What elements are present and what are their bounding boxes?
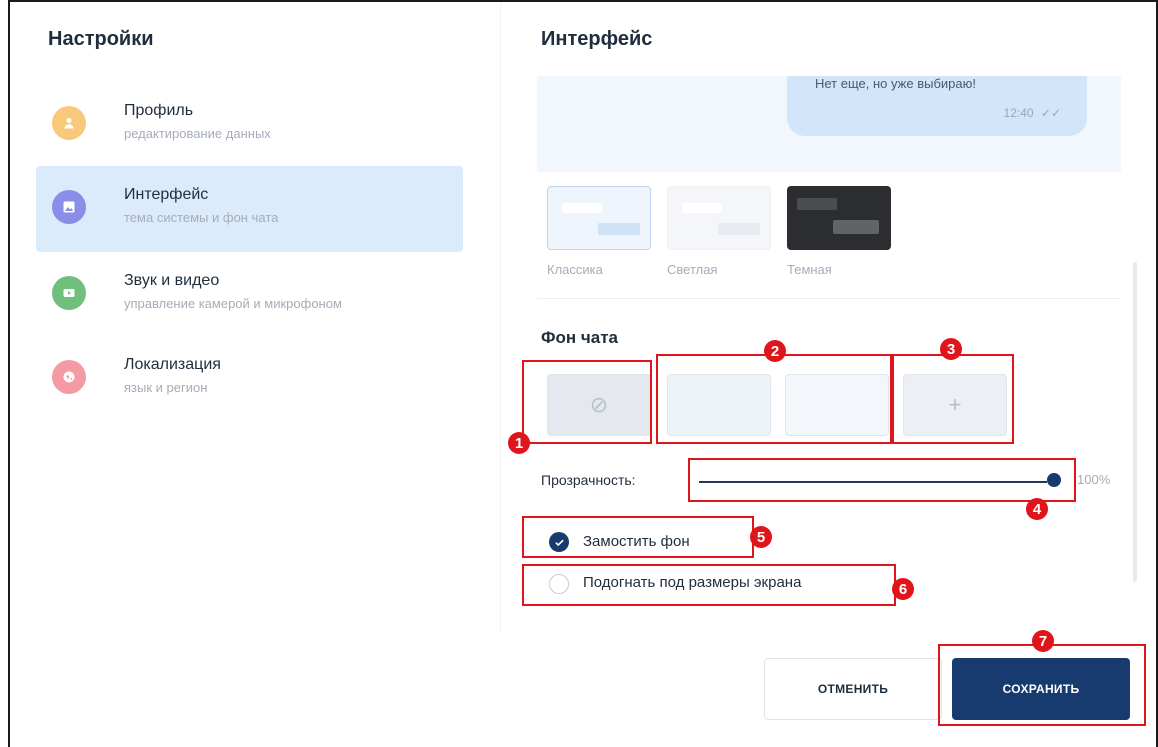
menu-item-localization[interactable]: Локализация язык и регион xyxy=(36,336,463,422)
tile-option-label[interactable]: Замостить фон xyxy=(583,533,690,550)
scrollbar[interactable] xyxy=(1133,262,1137,582)
no-image-icon: ⊘ xyxy=(589,392,609,417)
video-icon xyxy=(52,276,86,310)
cancel-button[interactable]: ОТМЕНИТЬ xyxy=(764,658,942,720)
settings-window: Настройки Профиль редактирование данных … xyxy=(8,0,1158,747)
chat-preview: Нет еще, но уже выбираю! 12:40 ✓✓ xyxy=(537,76,1121,172)
bg-add-option[interactable]: + xyxy=(903,374,1007,436)
theme-label: Темная xyxy=(787,262,832,277)
chat-bg-title: Фон чата xyxy=(541,328,618,347)
message-time-text: 12:40 xyxy=(1003,106,1034,120)
annotation-badge: 5 xyxy=(750,526,772,548)
transparency-slider[interactable] xyxy=(699,481,1047,483)
theme-dark[interactable] xyxy=(787,186,891,250)
plus-icon: + xyxy=(948,392,962,417)
theme-label: Классика xyxy=(547,262,603,277)
menu-item-profile[interactable]: Профиль редактирование данных xyxy=(36,82,463,168)
annotation-badge: 7 xyxy=(1032,630,1054,652)
panel-title: Интерфейс xyxy=(541,28,653,50)
user-icon xyxy=(52,106,86,140)
interface-panel: Интерфейс Нет еще, но уже выбираю! 12:40… xyxy=(500,2,1158,632)
save-button[interactable]: СОХРАНИТЬ xyxy=(952,658,1130,720)
menu-item-title: Профиль xyxy=(124,102,194,119)
menu-item-interface[interactable]: Интерфейс тема системы и фон чата xyxy=(36,166,463,252)
menu-item-sound-video[interactable]: Звук и видео управление камерой и микроф… xyxy=(36,252,463,338)
menu-item-subtitle: тема системы и фон чата xyxy=(124,210,279,225)
message-text: Нет еще, но уже выбираю! xyxy=(815,76,976,91)
theme-label: Светлая xyxy=(667,262,718,277)
annotation-badge: 1 xyxy=(508,432,530,454)
bg-plain-option[interactable] xyxy=(785,374,889,436)
double-check-icon: ✓✓ xyxy=(1040,106,1061,120)
transparency-value: 100% xyxy=(1077,472,1111,487)
theme-classic[interactable] xyxy=(547,186,651,250)
annotation-badge: 6 xyxy=(892,578,914,600)
menu-item-subtitle: управление камерой и микрофоном xyxy=(124,296,342,311)
menu-item-subtitle: редактирование данных xyxy=(124,126,271,141)
bg-none-option[interactable]: ⊘ xyxy=(547,374,651,436)
menu-item-title: Локализация xyxy=(124,356,221,373)
bg-pattern-option[interactable] xyxy=(667,374,771,436)
message-time: 12:40 ✓✓ xyxy=(1004,106,1061,120)
slider-handle[interactable] xyxy=(1047,473,1061,487)
image-icon xyxy=(52,190,86,224)
fit-radio[interactable] xyxy=(549,574,569,594)
menu-item-title: Звук и видео xyxy=(124,272,220,289)
annotation-badge: 2 xyxy=(764,340,786,362)
divider xyxy=(537,298,1121,299)
annotation-badge: 4 xyxy=(1026,498,1048,520)
transparency-label: Прозрачность: xyxy=(541,472,636,488)
fit-option-label[interactable]: Подогнать под размеры экрана xyxy=(583,574,801,591)
globe-icon xyxy=(52,360,86,394)
theme-light[interactable] xyxy=(667,186,771,250)
tile-radio[interactable] xyxy=(549,532,569,552)
message-bubble: Нет еще, но уже выбираю! 12:40 ✓✓ xyxy=(787,76,1087,136)
settings-title: Настройки xyxy=(48,28,154,50)
menu-item-subtitle: язык и регион xyxy=(124,380,208,395)
check-icon xyxy=(554,539,564,546)
menu-item-title: Интерфейс xyxy=(124,186,209,203)
annotation-badge: 3 xyxy=(940,338,962,360)
